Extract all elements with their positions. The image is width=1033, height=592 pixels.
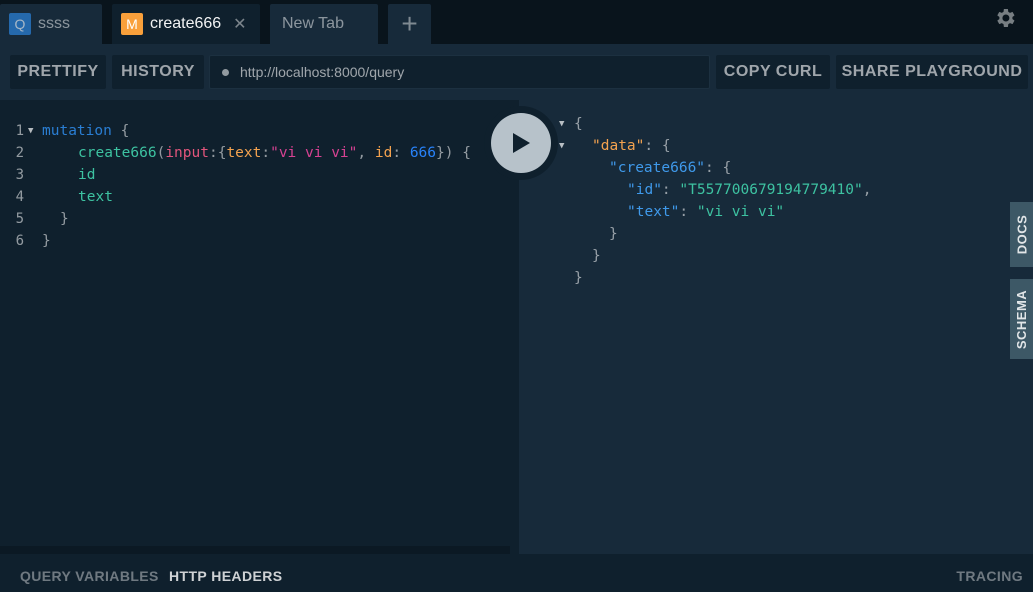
tab-label: New Tab [282,15,344,32]
code-line-1: mutation { [42,120,129,142]
input-value-id: 666 [409,145,437,161]
selection-field: id [78,167,96,183]
docs-tab-label: DOCS [1014,214,1029,255]
result-key-create666: "create666" [609,160,706,176]
tracing-tab[interactable]: TRACING [956,568,1023,584]
result-text-line: "text": "vi vi vi" [627,204,785,220]
result-key-text: "text" [627,204,680,220]
code-line-4: text [78,186,113,208]
tab-ssss[interactable]: Q ssss [0,4,102,44]
panel-resize-handle[interactable] [0,546,510,554]
prettify-button[interactable]: PRETTIFY [10,55,106,89]
close-icon[interactable]: ✕ [233,14,246,34]
status-dot [222,68,229,76]
query-badge: Q [9,13,31,35]
toolbar: PRETTIFY HISTORY http://localhost:8000/q… [0,44,1033,100]
docs-tab[interactable]: DOCS [1010,202,1033,267]
endpoint-url-text: http://localhost:8000/query [240,64,405,80]
line-number: 4 [15,189,24,205]
tab-create666[interactable]: M create666 ✕ [112,4,260,44]
result-key-data: "data" [592,138,645,154]
result-data-line: "data": { [592,138,671,154]
result-value-id: "T557700679194779410" [679,182,863,198]
fold-arrow-icon[interactable]: ▼ [559,135,564,157]
result-id-line: "id": "T557700679194779410", [627,182,872,198]
query-variables-tab[interactable]: QUERY VARIABLES [20,568,159,584]
add-tab-button[interactable]: + [388,4,431,44]
brace: { [120,123,130,139]
result-viewer[interactable]: ▼ { ▼ "data": { "create666": { "id": "T5… [519,100,1033,554]
play-icon [513,133,530,153]
bottom-bar: QUERY VARIABLES HTTP HEADERS TRACING [0,554,1033,592]
tab-label: ssss [38,15,70,32]
input-value-text: "vi vi vi" [270,145,358,161]
tab-new-tab[interactable]: New Tab [270,4,378,44]
brace: } [60,211,69,227]
history-button[interactable]: HISTORY [112,55,204,89]
gear-icon[interactable] [993,6,1017,30]
mutation-badge: M [121,13,143,35]
http-headers-tab[interactable]: HTTP HEADERS [169,568,282,584]
input-key-text: text [226,145,262,161]
input-key-id: id [374,145,393,161]
code-line-6: } [42,230,51,252]
brace: } [42,233,51,249]
copy-curl-button[interactable]: COPY CURL [716,55,830,89]
result-create-line: "create666": { [609,160,732,176]
result-close-brace: } [609,226,618,242]
line-number: 1 [15,123,24,139]
line-number: 6 [15,233,24,249]
result-close-brace: } [592,248,601,264]
endpoint-url-input[interactable]: http://localhost:8000/query [209,55,710,89]
line-number: 2 [15,145,24,161]
result-key-id: "id" [627,182,662,198]
result-value-text: "vi vi vi" [696,204,785,220]
fold-arrow-icon[interactable]: ▼ [28,120,33,142]
line-number: 5 [15,211,24,227]
mutation-keyword: mutation [42,123,112,139]
selection-field: text [78,189,113,205]
line-number: 3 [15,167,24,183]
share-playground-button[interactable]: SHARE PLAYGROUND [836,55,1028,89]
fold-arrow-icon[interactable]: ▼ [559,113,564,135]
schema-tab[interactable]: SCHEMA [1010,279,1033,359]
execute-query-button[interactable] [491,113,551,173]
schema-tab-label: SCHEMA [1014,289,1029,349]
code-line-3: id [78,164,95,186]
result-close-brace: } [574,270,583,286]
mutation-field: create666 [78,145,157,161]
argument-name: input [165,145,209,161]
tab-label: create666 [150,15,222,32]
code-line-2: create666(input:{text:"vi vi vi", id: 66… [78,145,471,161]
code-line-5: } [60,208,69,230]
query-editor[interactable]: 1 ▼ mutation { 2 create666(input:{text:"… [0,100,519,554]
plus-icon: + [401,8,418,39]
tab-bar: Q ssss M create666 ✕ New Tab + [0,0,1033,44]
result-open-brace: { [574,116,583,132]
